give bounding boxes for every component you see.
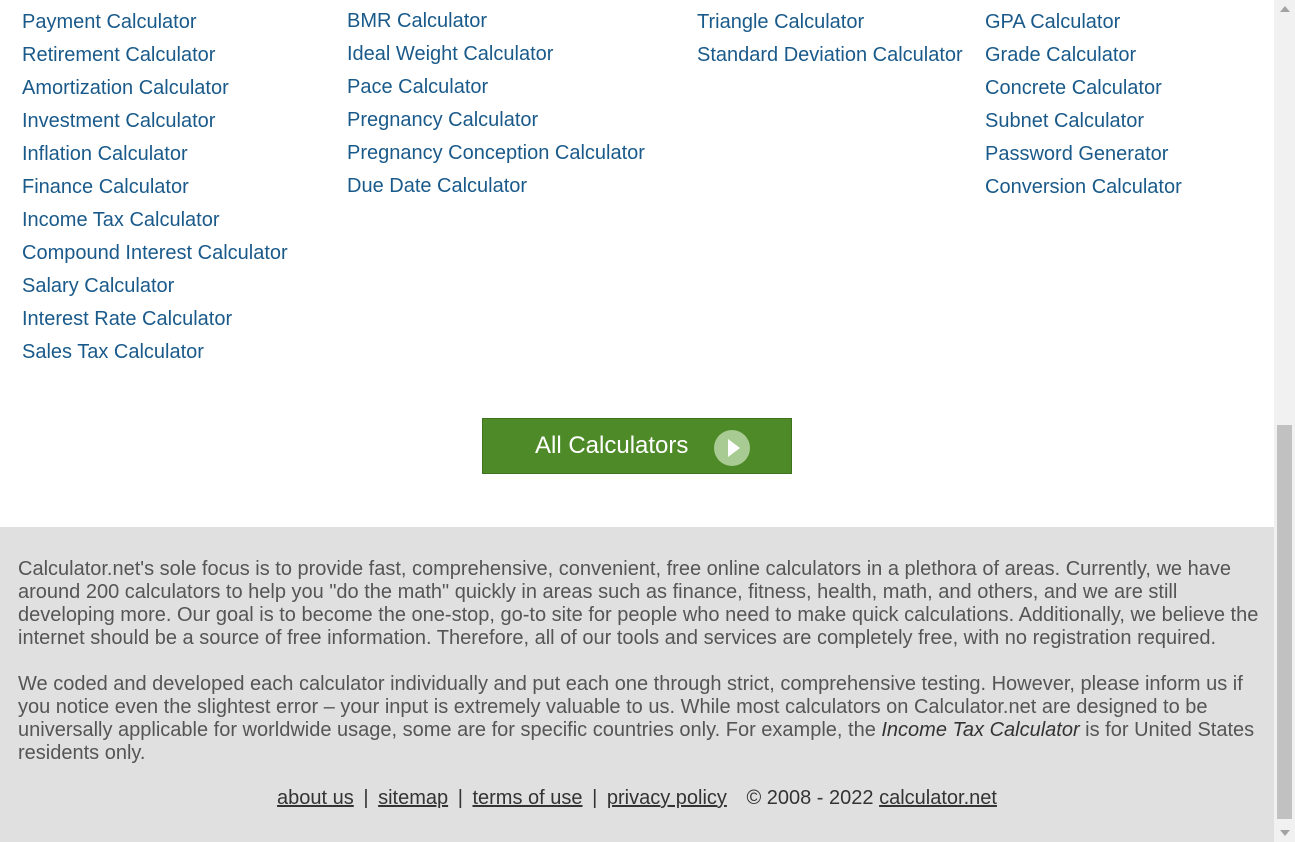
about-us-link[interactable]: about us (277, 787, 354, 809)
link-standard-deviation-calculator[interactable]: Standard Deviation Calculator (697, 39, 963, 72)
disclaimer-paragraph: We coded and developed each calculator i… (18, 673, 1263, 765)
link-income-tax-calculator[interactable]: Income Tax Calculator (22, 204, 288, 237)
copyright-text: © 2008 - 2022 (746, 787, 874, 809)
about-paragraph: Calculator.net's sole focus is to provid… (18, 558, 1259, 649)
link-pregnancy-calculator[interactable]: Pregnancy Calculator (347, 104, 645, 137)
link-ideal-weight-calculator[interactable]: Ideal Weight Calculator (347, 38, 645, 71)
scrollbar-thumb[interactable] (1277, 425, 1292, 819)
link-retirement-calculator[interactable]: Retirement Calculator (22, 39, 288, 72)
link-bmr-calculator[interactable]: BMR Calculator (347, 5, 645, 38)
link-payment-calculator[interactable]: Payment Calculator (22, 6, 288, 39)
link-compound-interest-calculator[interactable]: Compound Interest Calculator (22, 237, 288, 270)
other-calculators-list: GPA Calculator Grade Calculator Concrete… (985, 6, 1182, 204)
all-calculators-button[interactable]: All Calculators (482, 418, 792, 474)
link-pregnancy-conception-calculator[interactable]: Pregnancy Conception Calculator (347, 137, 645, 170)
financial-calculators-list: Payment Calculator Retirement Calculator… (22, 6, 288, 369)
link-separator: | (363, 787, 369, 809)
page: Payment Calculator Retirement Calculator… (0, 0, 1274, 842)
link-due-date-calculator[interactable]: Due Date Calculator (347, 170, 645, 203)
link-sales-tax-calculator[interactable]: Sales Tax Calculator (22, 336, 288, 369)
link-amortization-calculator[interactable]: Amortization Calculator (22, 72, 288, 105)
link-investment-calculator[interactable]: Investment Calculator (22, 105, 288, 138)
link-subnet-calculator[interactable]: Subnet Calculator (985, 105, 1182, 138)
privacy-policy-link[interactable]: privacy policy (607, 787, 727, 809)
link-gpa-calculator[interactable]: GPA Calculator (985, 6, 1182, 39)
vertical-scrollbar[interactable] (1274, 0, 1295, 842)
link-password-generator[interactable]: Password Generator (985, 138, 1182, 171)
link-inflation-calculator[interactable]: Inflation Calculator (22, 138, 288, 171)
income-tax-emphasis: Income Tax Calculator (881, 719, 1080, 741)
sitemap-link[interactable]: sitemap (378, 787, 448, 809)
footer-links: about us | sitemap | terms of use | priv… (0, 787, 1274, 810)
link-conversion-calculator[interactable]: Conversion Calculator (985, 171, 1182, 204)
link-separator: | (592, 787, 598, 809)
scroll-down-arrow-icon[interactable] (1280, 830, 1290, 836)
footer: Calculator.net's sole focus is to provid… (0, 527, 1274, 842)
link-pace-calculator[interactable]: Pace Calculator (347, 71, 645, 104)
link-finance-calculator[interactable]: Finance Calculator (22, 171, 288, 204)
link-triangle-calculator[interactable]: Triangle Calculator (697, 6, 963, 39)
play-arrow-circle-icon (714, 430, 750, 466)
link-interest-rate-calculator[interactable]: Interest Rate Calculator (22, 303, 288, 336)
link-grade-calculator[interactable]: Grade Calculator (985, 39, 1182, 72)
link-concrete-calculator[interactable]: Concrete Calculator (985, 72, 1182, 105)
terms-of-use-link[interactable]: terms of use (472, 787, 582, 809)
math-calculators-list: Triangle Calculator Standard Deviation C… (697, 6, 963, 72)
link-separator: | (457, 787, 463, 809)
site-home-link[interactable]: calculator.net (879, 787, 997, 809)
scroll-up-arrow-icon[interactable] (1280, 6, 1290, 12)
all-calculators-label: All Calculators (535, 432, 689, 459)
link-salary-calculator[interactable]: Salary Calculator (22, 270, 288, 303)
fitness-calculators-list: BMR Calculator Ideal Weight Calculator P… (347, 5, 645, 203)
